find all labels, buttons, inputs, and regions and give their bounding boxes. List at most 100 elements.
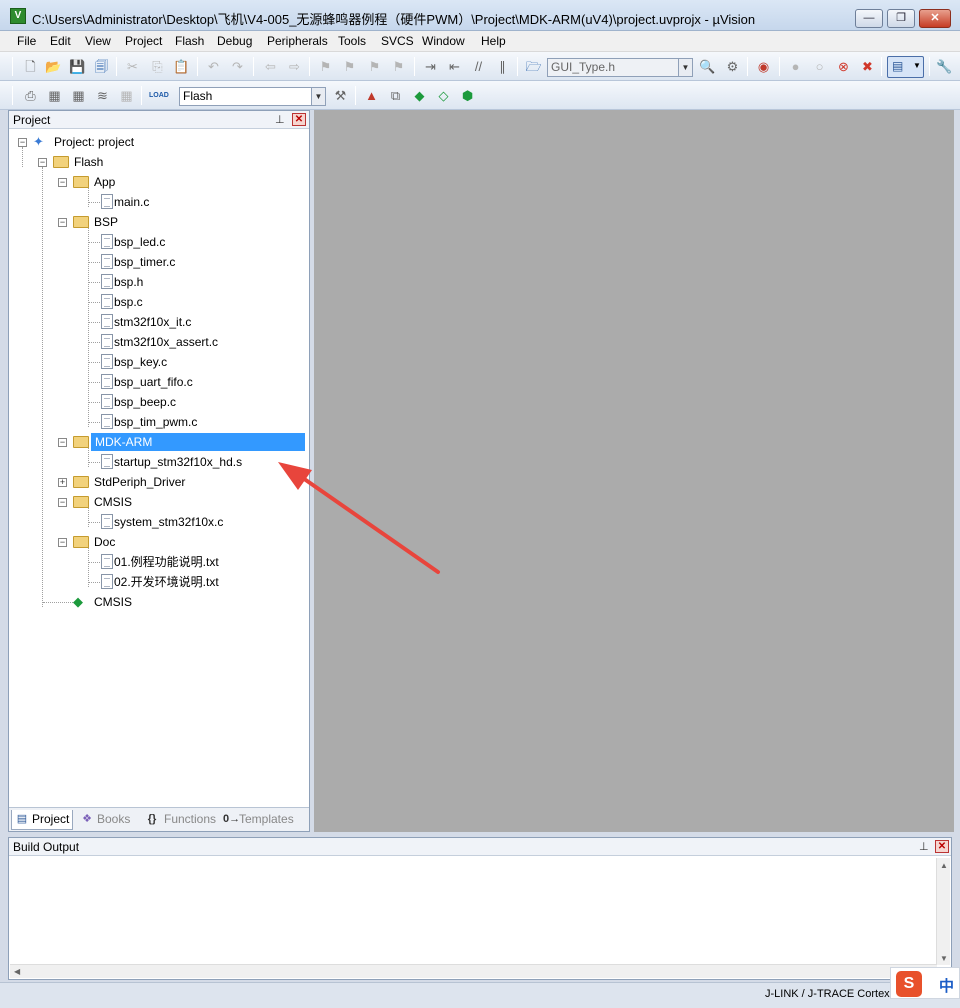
target-options-icon[interactable]: ⚒ [332,87,349,104]
tree-node-file[interactable]: bsp_key.c [17,353,267,371]
tree-node-file[interactable]: 01.例程功能说明.txt [17,553,267,571]
target-combo[interactable]: Flash ▼ [179,87,326,106]
unindent-icon[interactable]: ⇤ [446,58,463,75]
tree-node-file[interactable]: bsp.c [17,293,267,311]
collapse-icon[interactable]: − [58,218,67,227]
paste-icon[interactable]: 📋 [173,58,190,75]
maximize-button[interactable]: ❐ [887,9,915,28]
scroll-left-icon[interactable]: ◀ [14,967,20,976]
bookmark-next-icon[interactable]: ⚑ [366,58,383,75]
find-in-files-icon[interactable]: 🗁 [525,58,542,75]
menu-view[interactable]: View [85,34,111,48]
tab-templates[interactable]: 0→ Templates [221,810,303,830]
pin-icon[interactable]: ⊥ [275,113,285,126]
tree-node-project[interactable]: − ✦ Project: project [17,133,217,151]
undo-icon[interactable]: ↶ [205,58,222,75]
tree-node-file[interactable]: bsp_beep.c [17,393,267,411]
pin-icon[interactable]: ⊥ [919,840,929,853]
comment-icon[interactable]: // [470,58,487,75]
tree-node-group-selected[interactable]: − MDK-ARM [17,433,307,451]
tree-node-file[interactable]: stm32f10x_assert.c [17,333,267,351]
find-icon[interactable]: 🔍 [699,58,716,75]
incremental-find-icon[interactable]: ⚙ [724,58,741,75]
window-layout-dropdown[interactable]: ▤ ▼ [887,56,924,78]
tree-node-file[interactable]: bsp_timer.c [17,253,267,271]
scroll-down-icon[interactable]: ▼ [940,954,948,963]
menu-debug[interactable]: Debug [217,34,252,48]
menu-help[interactable]: Help [481,34,506,48]
chevron-down-icon[interactable]: ▼ [311,88,325,105]
tree-node-file[interactable]: 02.开发环境说明.txt [17,573,267,591]
collapse-icon[interactable]: − [58,498,67,507]
horizontal-scrollbar[interactable]: ◀ [10,964,937,978]
copy-icon[interactable]: ⎘ [149,58,166,75]
redo-icon[interactable]: ↷ [229,58,246,75]
manage-project-items-icon[interactable]: ▲ [363,87,380,104]
uncomment-icon[interactable]: ∥ [494,58,511,75]
ime-mode[interactable]: 中 [939,975,954,996]
menu-flash[interactable]: Flash [175,34,204,48]
bookmark-clear-icon[interactable]: ⚑ [390,58,407,75]
enable-breakpoint-icon[interactable]: ○ [811,58,828,75]
translate-icon[interactable]: ⎙ [22,87,39,104]
insert-breakpoint-icon[interactable]: ● [787,58,804,75]
select-packs-icon[interactable]: ⧉ [387,87,404,104]
open-file-icon[interactable]: 📂 [45,58,62,75]
minimize-button[interactable]: — [855,9,883,28]
menu-edit[interactable]: Edit [50,34,71,48]
close-button[interactable]: ✕ [919,9,951,28]
indent-icon[interactable]: ⇥ [422,58,439,75]
tab-project[interactable]: ▤ Project [11,810,73,830]
update-packs-icon[interactable]: ⬢ [459,87,476,104]
tree-node-file[interactable]: bsp_led.c [17,233,267,251]
expand-icon[interactable]: + [58,478,67,487]
editor-area[interactable] [314,110,954,832]
menu-tools[interactable]: Tools [338,34,366,48]
tree-node-file[interactable]: bsp.h [17,273,267,291]
tree-node-file[interactable]: stm32f10x_it.c [17,313,267,331]
build-icon[interactable]: ▦ [46,87,63,104]
tree-node-file[interactable]: bsp_tim_pwm.c [17,413,267,431]
new-file-icon[interactable]: 🗋 [22,58,39,75]
disable-breakpoints-icon[interactable]: ⊗ [835,58,852,75]
tree-node-group[interactable]: − Doc [17,533,217,551]
collapse-icon[interactable]: − [18,138,27,147]
menu-project[interactable]: Project [125,34,162,48]
save-all-icon[interactable]: 🗐 [93,58,110,75]
save-icon[interactable]: 💾 [69,58,86,75]
vertical-scrollbar[interactable]: ▲ ▼ [936,858,950,965]
kill-breakpoints-icon[interactable]: ✖ [859,58,876,75]
pack-installer-icon[interactable]: ◇ [435,87,452,104]
menu-window[interactable]: Window [422,34,465,48]
cut-icon[interactable]: ✂ [124,58,141,75]
batch-build-icon[interactable]: ≋ [94,87,111,104]
bookmark-prev-icon[interactable]: ⚑ [341,58,358,75]
tree-node-file[interactable]: main.c [17,193,267,211]
file-combo[interactable]: GUI_Type.h ▼ [547,58,693,77]
collapse-icon[interactable]: − [58,178,67,187]
tree-node-target[interactable]: − Flash [17,153,217,171]
collapse-icon[interactable]: − [38,158,47,167]
tree-node-file[interactable]: system_stm32f10x.c [17,513,267,531]
download-load-icon[interactable]: LOAD [149,87,169,104]
menu-svcs[interactable]: SVCS [381,34,414,48]
tab-functions[interactable]: {} Functions [142,810,220,830]
manage-run-time-environment-icon[interactable]: ◆ [411,87,428,104]
navigate-forward-icon[interactable]: ⇨ [286,58,303,75]
tree-node-file[interactable]: startup_stm32f10x_hd.s [17,453,267,471]
tree-node-group[interactable]: − BSP [17,213,217,231]
menu-peripherals[interactable]: Peripherals [267,34,328,48]
close-pane-button[interactable]: ✕ [935,840,949,853]
menu-file[interactable]: File [17,34,36,48]
scroll-up-icon[interactable]: ▲ [940,861,948,870]
build-output-text[interactable] [10,858,937,965]
configure-icon[interactable]: 🔧 [936,58,953,75]
close-pane-button[interactable]: ✕ [292,113,306,126]
stop-build-icon[interactable]: ▦ [118,87,135,104]
navigate-back-icon[interactable]: ⇦ [262,58,279,75]
tab-books[interactable]: ❖ Books [77,810,139,830]
start-debug-icon[interactable]: ◉ [755,58,772,75]
collapse-icon[interactable]: − [58,438,67,447]
tree-node-group[interactable]: − App [17,173,217,191]
collapse-icon[interactable]: − [58,538,67,547]
